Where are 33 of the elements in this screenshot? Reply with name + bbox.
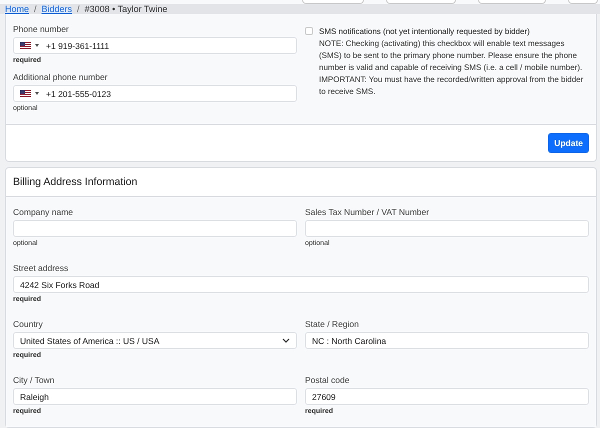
breadcrumb-link[interactable]: Home [5, 4, 30, 14]
note-text: IMPORTANT: You must have the recorded/written approval from the bidder to receive SMS. [319, 74, 584, 98]
input-field[interactable] [13, 220, 297, 237]
checkbox[interactable] [305, 27, 313, 35]
breadcrumb-current: #3008 • Taylor Twine [84, 4, 168, 14]
field-label: Street address [13, 263, 70, 273]
input-field[interactable] [305, 220, 589, 237]
field-label: Postal code [305, 375, 350, 385]
phone-field[interactable]: +1 201-555-0123 [13, 85, 297, 102]
update-button[interactable]: Update [548, 133, 589, 153]
input-field[interactable]: 4242 Six Forks Road [13, 276, 589, 293]
input-field[interactable]: Raleigh [13, 388, 297, 405]
chevron-icon[interactable] [282, 338, 290, 343]
breadcrumb-link[interactable]: Bidders [42, 4, 72, 14]
phone-field[interactable]: +1 919-361-1111 [13, 37, 297, 54]
flag-icon [20, 90, 31, 97]
field-label: City / Town [13, 375, 56, 385]
note-text: NOTE: Checking (activating) this checkbox will enable text messages (SMS) to be sent to the primary phone number. Please ensure the phone number is valid and capable of receiving SMS (i.e. a cell / mobile number). [319, 38, 584, 74]
field-label: Country [13, 319, 44, 329]
field-label: Phone number [13, 24, 70, 34]
flag-icon [20, 42, 31, 49]
field-label: State / Region [305, 319, 360, 329]
field-label: Sales Tax Number / VAT Number [305, 207, 430, 217]
select-field[interactable]: United States of America :: US / USA [13, 332, 297, 349]
caret-icon[interactable] [35, 92, 39, 95]
input-field[interactable]: 27609 [305, 388, 589, 405]
field-label: Company name [13, 207, 74, 217]
breadcrumb-separator: / [77, 4, 80, 14]
breadcrumb-separator: / [34, 4, 37, 14]
input-field[interactable]: NC : North Carolina [305, 332, 589, 349]
field-label: Additional phone number [13, 72, 109, 82]
checkbox-label: SMS notifications (not yet intentionally requested by bidder) [319, 26, 531, 38]
caret-icon[interactable] [35, 44, 39, 47]
